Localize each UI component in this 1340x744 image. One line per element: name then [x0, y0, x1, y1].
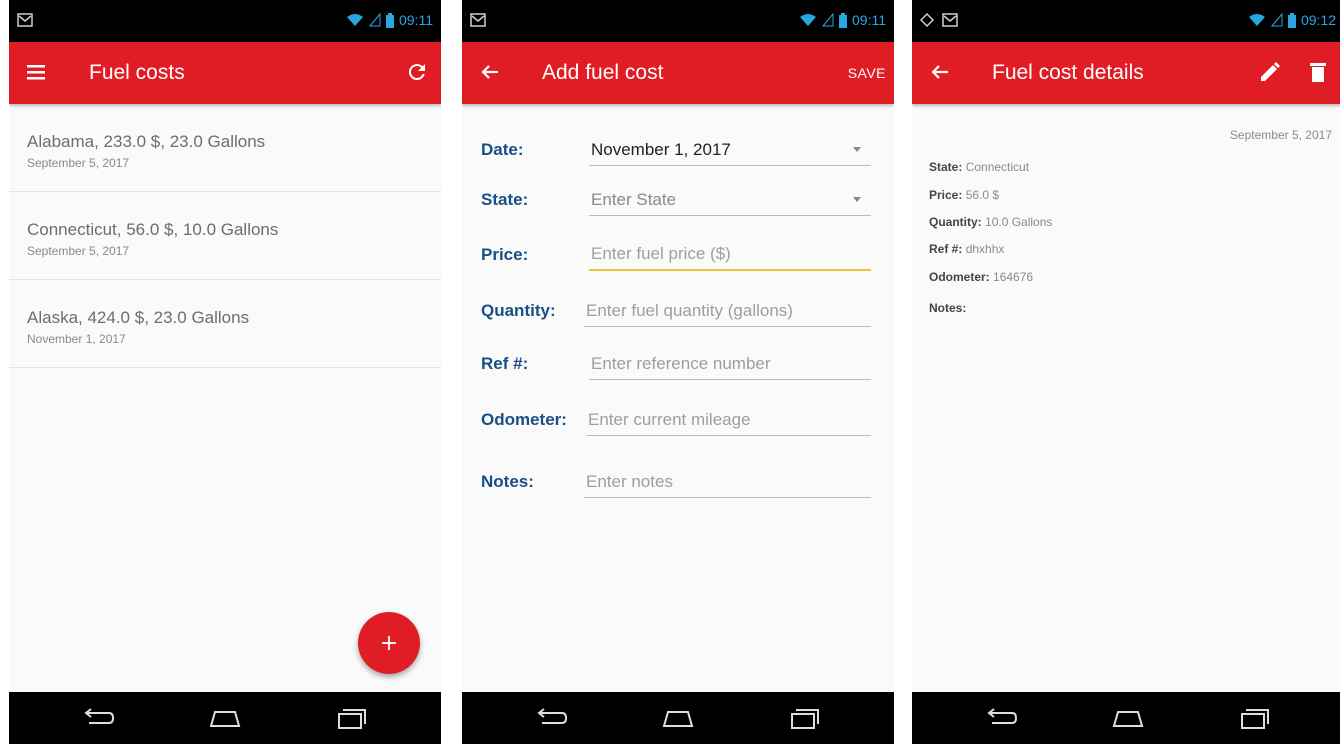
page-title: Fuel costs — [89, 61, 185, 84]
form-row-state: State: Enter State — [462, 176, 894, 226]
price-label: Price: — [481, 245, 529, 264]
fuel-cost-list: Alabama, 233.0 $, 23.0 Gallons September… — [9, 104, 441, 692]
status-time: 09:11 — [399, 12, 433, 28]
form-row-quantity: Quantity: — [462, 287, 894, 337]
add-fuel-cost-form: Date: November 1, 2017 State: Enter Stat… — [462, 104, 894, 692]
page-title: Fuel cost details — [992, 61, 1144, 84]
detail-row-odometer: Odometer: 164676 — [929, 270, 1034, 284]
nav-recents-icon[interactable] — [331, 704, 371, 732]
signal-icon — [822, 13, 834, 27]
odometer-input[interactable] — [586, 404, 871, 436]
detail-row-ref: Ref #: dhxhhx — [929, 242, 1005, 256]
add-icon: + — [379, 630, 399, 656]
status-bar: 09:11 — [9, 0, 441, 42]
nav-back-icon[interactable] — [982, 704, 1022, 732]
signal-icon — [1270, 13, 1283, 27]
date-value: November 1, 2017 — [591, 139, 731, 159]
battery-icon — [1287, 12, 1296, 28]
chevron-down-icon — [853, 147, 861, 152]
phone-screen-fuel-cost-details: 09:12 Fuel cost details September 5, 201… — [912, 0, 1340, 744]
list-item[interactable]: Alabama, 233.0 $, 23.0 Gallons September… — [9, 104, 441, 192]
form-row-notes: Notes: — [462, 458, 894, 508]
gmail-icon — [17, 13, 33, 27]
gallery-icon — [920, 13, 934, 27]
form-row-date: Date: November 1, 2017 — [462, 126, 894, 176]
list-item-title: Connecticut, 56.0 $, 10.0 Gallons — [27, 220, 279, 239]
state-placeholder: Enter State — [591, 189, 677, 209]
system-nav-bar — [462, 692, 894, 744]
nav-back-icon[interactable] — [79, 704, 119, 732]
quantity-input[interactable] — [584, 295, 871, 327]
price-input[interactable] — [589, 239, 871, 271]
phone-screen-add-fuel-cost: 09:11 Add fuel cost SAVE Date: November … — [462, 0, 894, 744]
detail-row-state: State: Connecticut — [929, 160, 1030, 174]
form-row-ref: Ref #: — [462, 340, 894, 390]
list-item-title: Alabama, 233.0 $, 23.0 Gallons — [27, 132, 266, 151]
gmail-icon — [942, 13, 958, 27]
gmail-icon — [470, 13, 486, 27]
status-bar: 09:11 — [462, 0, 894, 42]
ref-number-input[interactable] — [589, 348, 871, 380]
status-time: 09:11 — [852, 12, 886, 28]
list-item[interactable]: Alaska, 424.0 $, 23.0 Gallons November 1… — [9, 280, 441, 368]
nav-recents-icon[interactable] — [784, 704, 824, 732]
state-select[interactable]: Enter State — [589, 184, 871, 216]
detail-row-notes: Notes: — [929, 301, 967, 315]
quantity-label: Quantity: — [481, 301, 556, 320]
list-item-date: November 1, 2017 — [27, 332, 126, 346]
date-picker[interactable]: November 1, 2017 — [589, 134, 871, 166]
page-title: Add fuel cost — [542, 61, 664, 84]
system-nav-bar — [912, 692, 1340, 744]
notes-label: Notes: — [481, 472, 534, 491]
form-row-price: Price: — [462, 231, 894, 281]
delete-icon[interactable] — [1306, 60, 1330, 84]
fuel-cost-details: September 5, 2017 State: Connecticut Pri… — [912, 104, 1340, 692]
date-label: Date: — [481, 140, 524, 159]
list-item[interactable]: Connecticut, 56.0 $, 10.0 Gallons Septem… — [9, 192, 441, 280]
state-label: State: — [481, 190, 529, 209]
back-arrow-icon[interactable] — [927, 59, 953, 85]
phone-screen-fuel-costs: 09:11 Fuel costs Alabama, 233.0 $, 23.0 … — [9, 0, 441, 744]
detail-date: September 5, 2017 — [1229, 128, 1332, 142]
battery-icon — [839, 12, 847, 28]
wifi-icon — [1248, 14, 1265, 26]
edit-icon[interactable] — [1258, 60, 1282, 84]
nav-recents-icon[interactable] — [1234, 704, 1274, 732]
wifi-icon — [800, 14, 816, 26]
detail-row-quantity: Quantity: 10.0 Gallons — [929, 215, 1053, 229]
ref-label: Ref #: — [481, 354, 529, 373]
status-bar: 09:12 — [912, 0, 1340, 42]
status-time: 09:12 — [1300, 12, 1336, 28]
list-item-date: September 5, 2017 — [27, 244, 130, 258]
menu-icon[interactable] — [24, 59, 50, 85]
wifi-icon — [347, 14, 363, 26]
chevron-down-icon — [853, 197, 861, 202]
notes-input[interactable] — [584, 466, 871, 498]
system-nav-bar — [9, 692, 441, 744]
list-item-title: Alaska, 424.0 $, 23.0 Gallons — [27, 308, 250, 327]
battery-icon — [386, 12, 394, 28]
back-arrow-icon[interactable] — [477, 59, 503, 85]
detail-row-price: Price: 56.0 $ — [929, 188, 1000, 202]
app-bar: Fuel costs — [9, 42, 441, 104]
nav-home-icon[interactable] — [205, 704, 245, 732]
list-item-date: September 5, 2017 — [27, 156, 130, 170]
save-button[interactable]: SAVE — [848, 65, 886, 81]
nav-home-icon[interactable] — [658, 704, 698, 732]
add-fuel-cost-button[interactable]: + — [358, 612, 420, 674]
signal-icon — [369, 13, 381, 27]
nav-home-icon[interactable] — [1108, 704, 1148, 732]
app-bar: Add fuel cost SAVE — [462, 42, 894, 104]
refresh-icon[interactable] — [405, 60, 429, 84]
nav-back-icon[interactable] — [532, 704, 572, 732]
app-bar: Fuel cost details — [912, 42, 1340, 104]
odometer-label: Odometer: — [481, 410, 567, 429]
form-row-odometer: Odometer: — [462, 396, 894, 446]
